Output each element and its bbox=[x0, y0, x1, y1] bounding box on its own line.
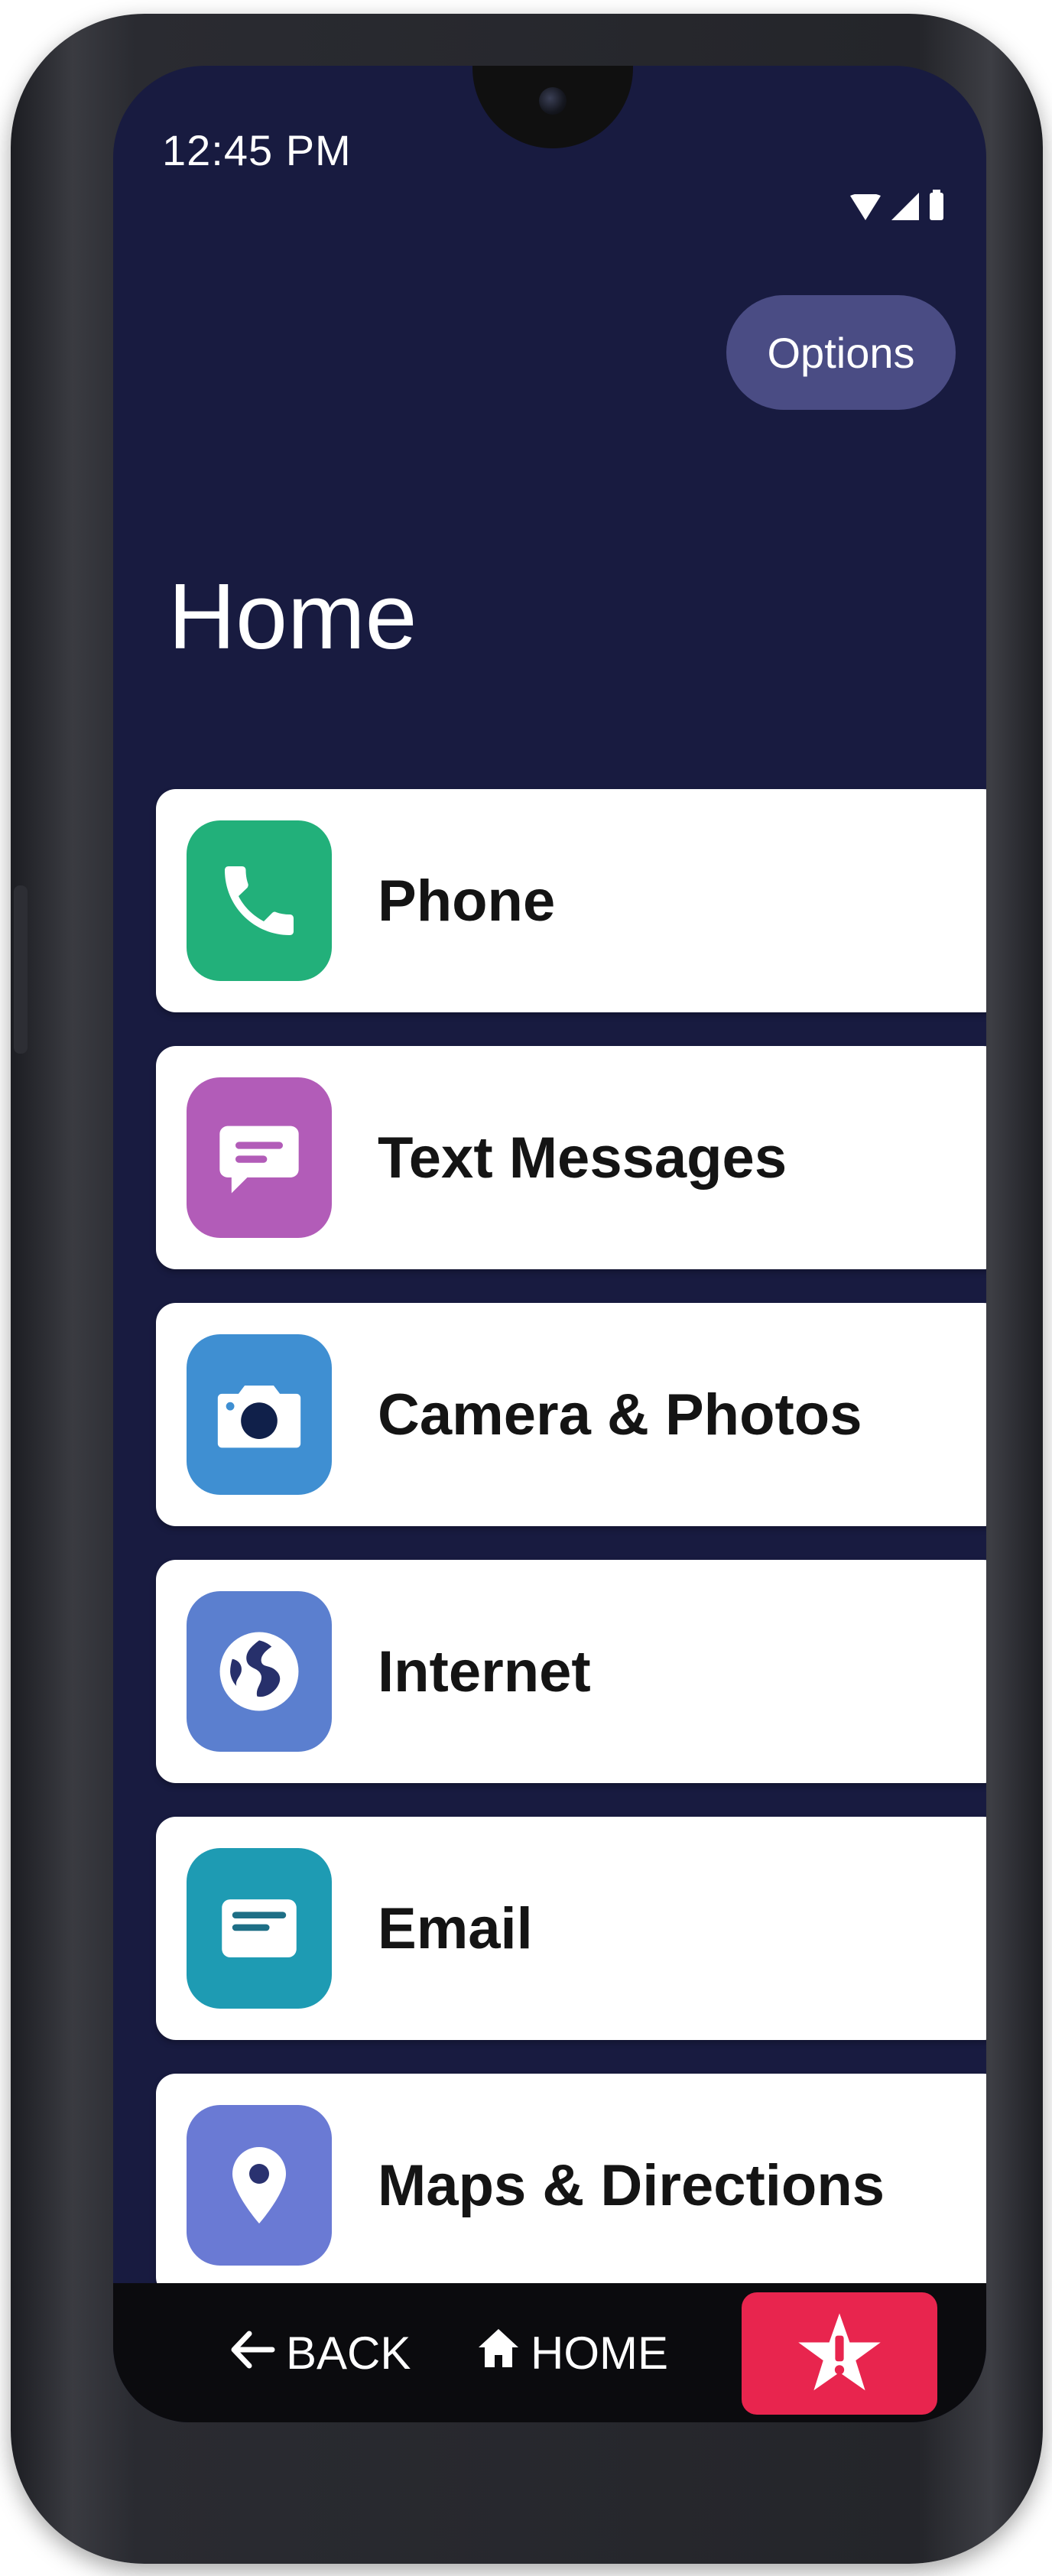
wifi-icon bbox=[850, 194, 881, 220]
globe-icon bbox=[187, 1591, 332, 1752]
app-label-maps-directions: Maps & Directions bbox=[378, 2152, 885, 2218]
app-item-maps-directions[interactable]: Maps & Directions bbox=[156, 2074, 986, 2297]
status-time: 12:45 PM bbox=[162, 126, 352, 174]
map-pin-icon bbox=[187, 2105, 332, 2266]
options-button[interactable]: Options bbox=[726, 295, 956, 410]
phone-device: 12:45 PM Options Home Phone Text Message… bbox=[11, 14, 1043, 2564]
page-title: Home bbox=[168, 564, 417, 668]
front-camera-icon bbox=[539, 87, 567, 115]
app-label-phone: Phone bbox=[378, 868, 556, 934]
app-item-email[interactable]: Email bbox=[156, 1817, 986, 2040]
status-icons bbox=[850, 190, 943, 220]
arrow-left-icon bbox=[229, 2327, 275, 2379]
urgent-response-star-icon bbox=[797, 2311, 882, 2397]
urgent-response-button[interactable] bbox=[742, 2292, 937, 2415]
app-item-phone[interactable]: Phone bbox=[156, 789, 986, 1012]
signal-icon bbox=[891, 193, 919, 220]
app-item-camera-photos[interactable]: Camera & Photos bbox=[156, 1303, 986, 1526]
back-button[interactable]: BACK bbox=[225, 2318, 415, 2387]
house-icon bbox=[477, 2327, 520, 2379]
home-button[interactable]: HOME bbox=[472, 2318, 673, 2387]
battery-icon bbox=[930, 190, 943, 220]
side-volume-button bbox=[14, 885, 28, 1054]
app-label-camera-photos: Camera & Photos bbox=[378, 1382, 862, 1447]
phone-icon bbox=[187, 820, 332, 981]
app-item-internet[interactable]: Internet bbox=[156, 1560, 986, 1783]
back-label: BACK bbox=[286, 2327, 411, 2379]
home-label: HOME bbox=[531, 2327, 668, 2379]
app-list: Phone Text Messages Camera & Photos Inte… bbox=[156, 789, 986, 2331]
app-item-text-messages[interactable]: Text Messages bbox=[156, 1046, 986, 1269]
app-label-internet: Internet bbox=[378, 1639, 591, 1704]
camera-notch bbox=[472, 66, 633, 148]
phone-screen: 12:45 PM Options Home Phone Text Message… bbox=[113, 66, 986, 2422]
envelope-icon bbox=[187, 1848, 332, 2009]
app-label-text-messages: Text Messages bbox=[378, 1125, 787, 1191]
page: 12:45 PM Options Home Phone Text Message… bbox=[0, 0, 1052, 2576]
app-label-email: Email bbox=[378, 1895, 533, 1961]
bottom-nav-bar: BACK HOME bbox=[113, 2283, 986, 2422]
camera-icon bbox=[187, 1334, 332, 1495]
message-icon bbox=[187, 1077, 332, 1238]
